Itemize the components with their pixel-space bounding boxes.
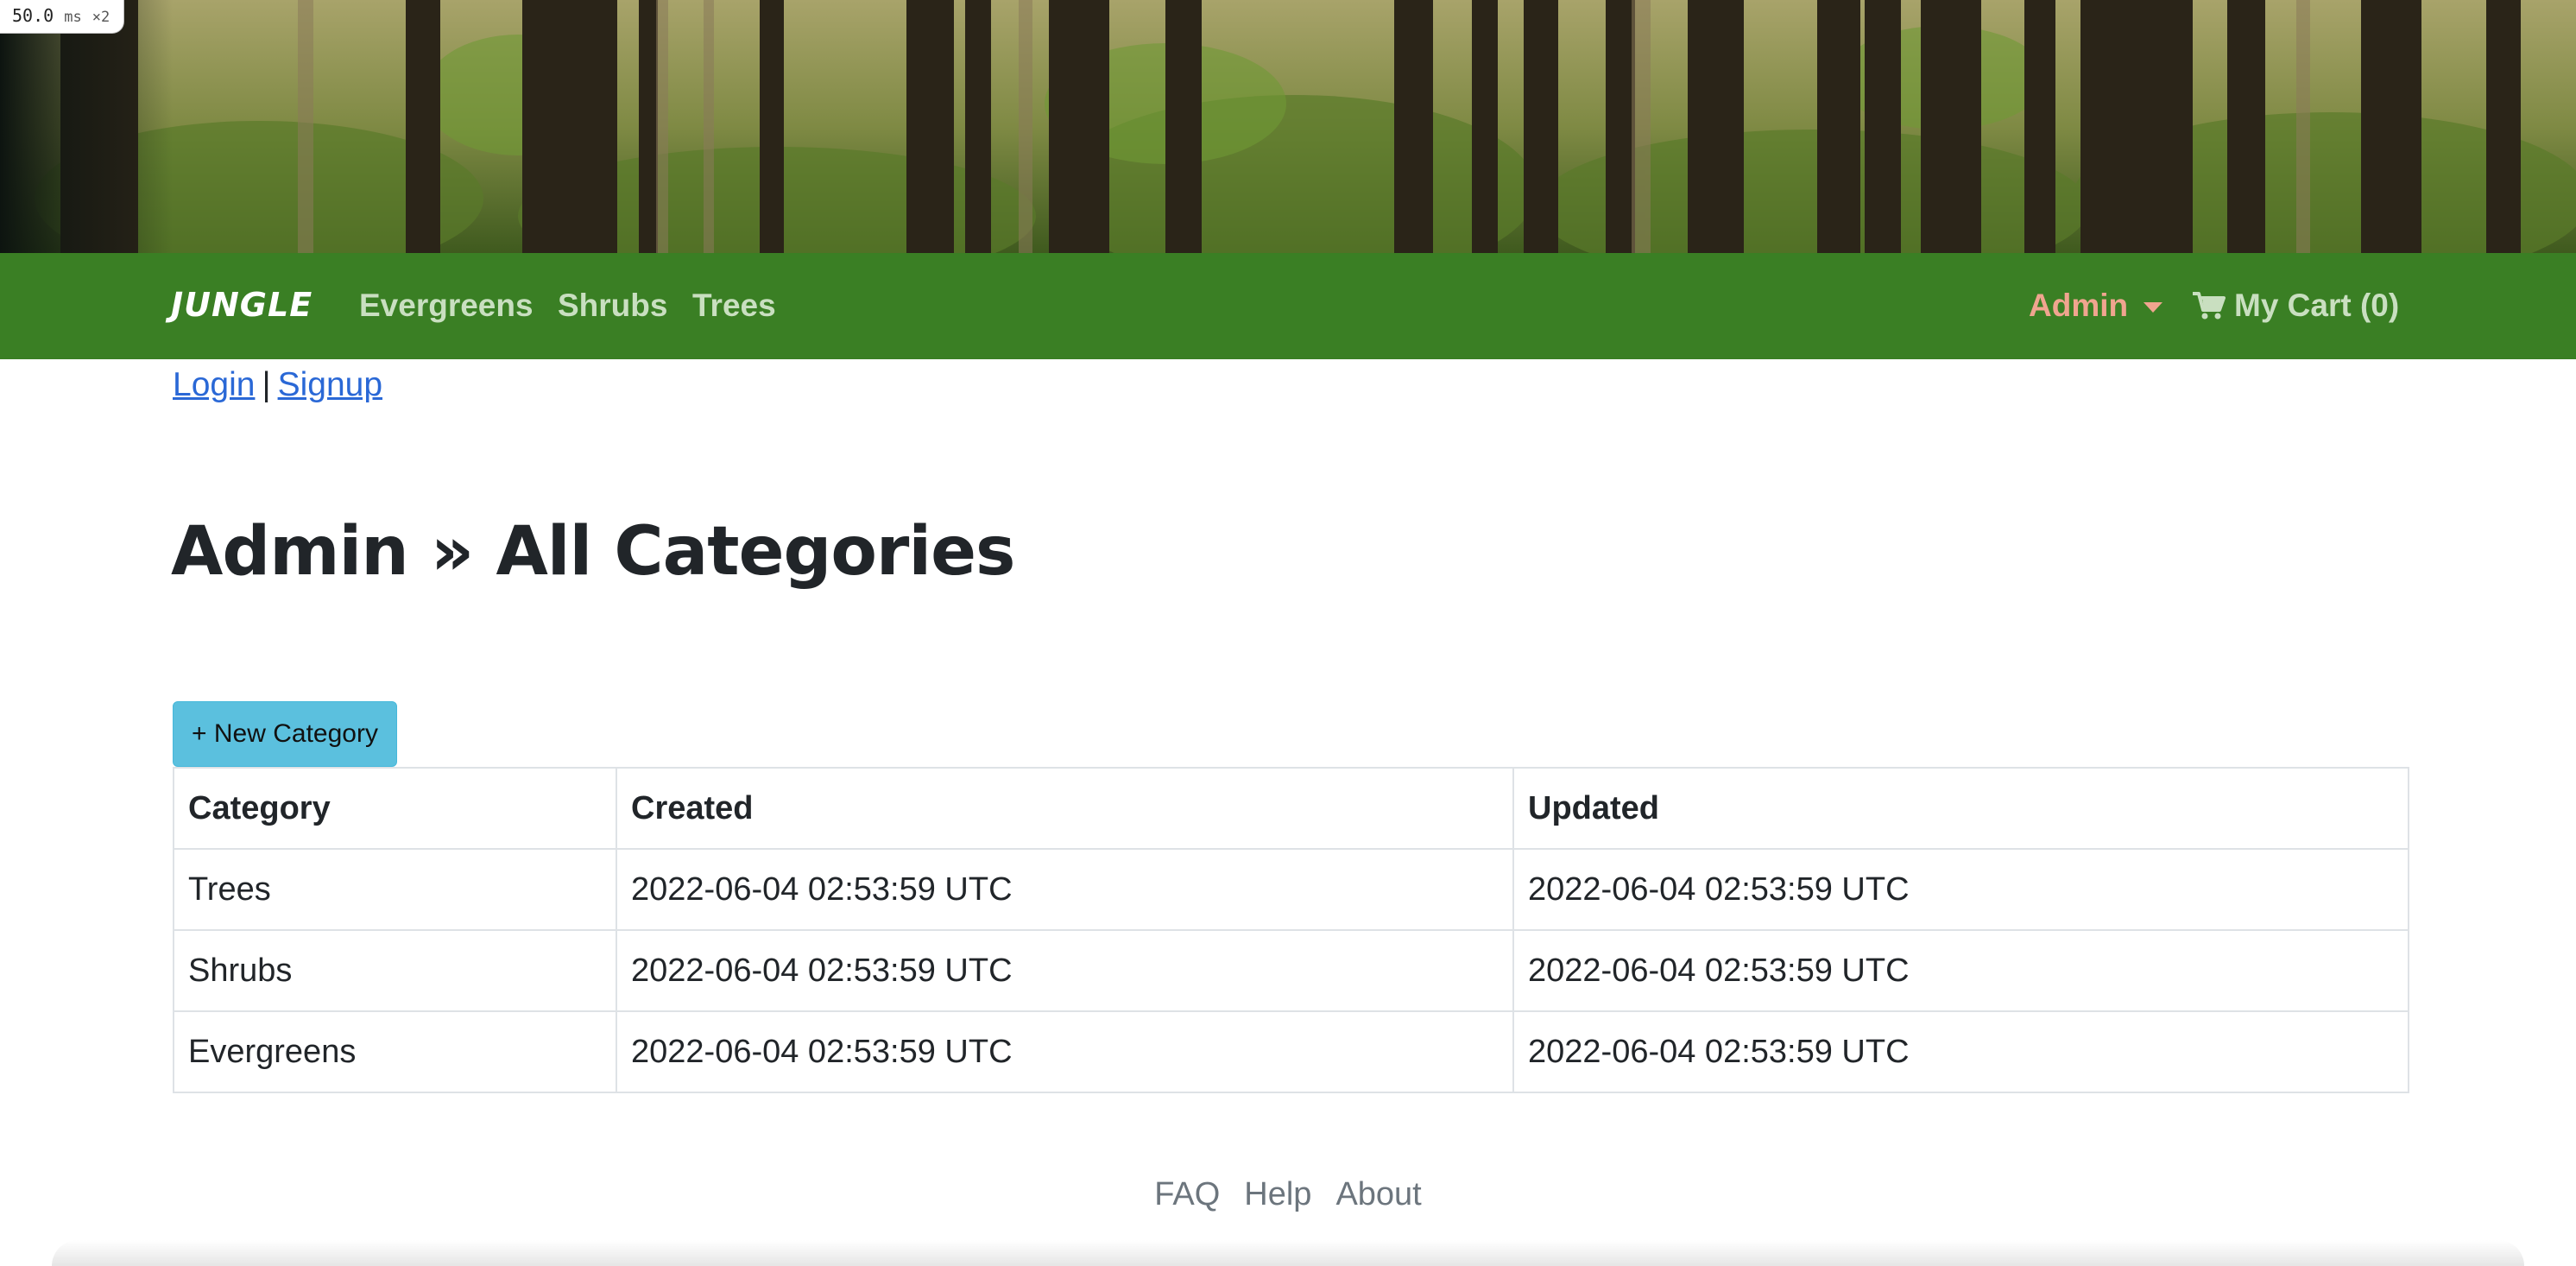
main-navbar: JUNGLE Evergreens Shrubs Trees Admin My … [0, 253, 2576, 359]
performance-badge: 50.0 ms ×2 [0, 0, 125, 34]
table-row: Trees 2022-06-04 02:53:59 UTC 2022-06-04… [173, 848, 2409, 931]
created-cell: 2022-06-04 02:53:59 UTC [616, 848, 1514, 931]
table-row: Shrubs 2022-06-04 02:53:59 UTC 2022-06-0… [173, 929, 2409, 1012]
column-header-category: Category [173, 767, 617, 850]
auth-links: Login | Signup [173, 366, 382, 404]
category-name-cell: Trees [173, 848, 617, 931]
chevron-down-icon [2144, 302, 2163, 313]
page-bottom-shadow [52, 1240, 2524, 1266]
brand-logo[interactable]: JUNGLE [171, 286, 313, 324]
created-cell: 2022-06-04 02:53:59 UTC [616, 1010, 1514, 1093]
perf-unit: ms [64, 9, 82, 26]
cart-link[interactable]: My Cart (0) [2193, 288, 2399, 324]
created-cell: 2022-06-04 02:53:59 UTC [616, 929, 1514, 1012]
categories-table: Category Created Updated Trees 2022-06-0… [173, 767, 2409, 1093]
updated-cell: 2022-06-04 02:53:59 UTC [1512, 929, 2409, 1012]
nav-link-evergreens[interactable]: Evergreens [359, 288, 534, 324]
shopping-cart-icon [2193, 292, 2226, 320]
updated-cell: 2022-06-04 02:53:59 UTC [1512, 848, 2409, 931]
footer: FAQ Help About [0, 1176, 2576, 1213]
signup-link[interactable]: Signup [278, 366, 382, 403]
perf-multiplier: ×2 [92, 9, 110, 26]
category-name-cell: Shrubs [173, 929, 617, 1012]
page-title: Admin » All Categories [171, 513, 1015, 591]
footer-link-about[interactable]: About [1335, 1176, 1421, 1212]
auth-separator: | [262, 366, 271, 403]
forest-banner-image [0, 0, 2576, 253]
cart-label: My Cart (0) [2234, 288, 2400, 323]
table-header-row: Category Created Updated [173, 767, 2409, 850]
column-header-updated: Updated [1512, 767, 2409, 850]
new-category-button[interactable]: + New Category [173, 701, 397, 767]
login-link[interactable]: Login [173, 366, 255, 403]
perf-value: 50.0 [12, 5, 54, 26]
footer-link-faq[interactable]: FAQ [1154, 1176, 1220, 1212]
updated-cell: 2022-06-04 02:53:59 UTC [1512, 1010, 2409, 1093]
forest-illustration [0, 0, 2576, 253]
footer-link-help[interactable]: Help [1244, 1176, 1311, 1212]
admin-dropdown-label: Admin [2029, 288, 2129, 323]
nav-link-trees[interactable]: Trees [692, 288, 776, 324]
table-row: Evergreens 2022-06-04 02:53:59 UTC 2022-… [173, 1010, 2409, 1093]
admin-dropdown[interactable]: Admin [2029, 288, 2163, 324]
category-name-cell: Evergreens [173, 1010, 617, 1093]
nav-link-shrubs[interactable]: Shrubs [558, 288, 667, 324]
column-header-created: Created [616, 767, 1514, 850]
